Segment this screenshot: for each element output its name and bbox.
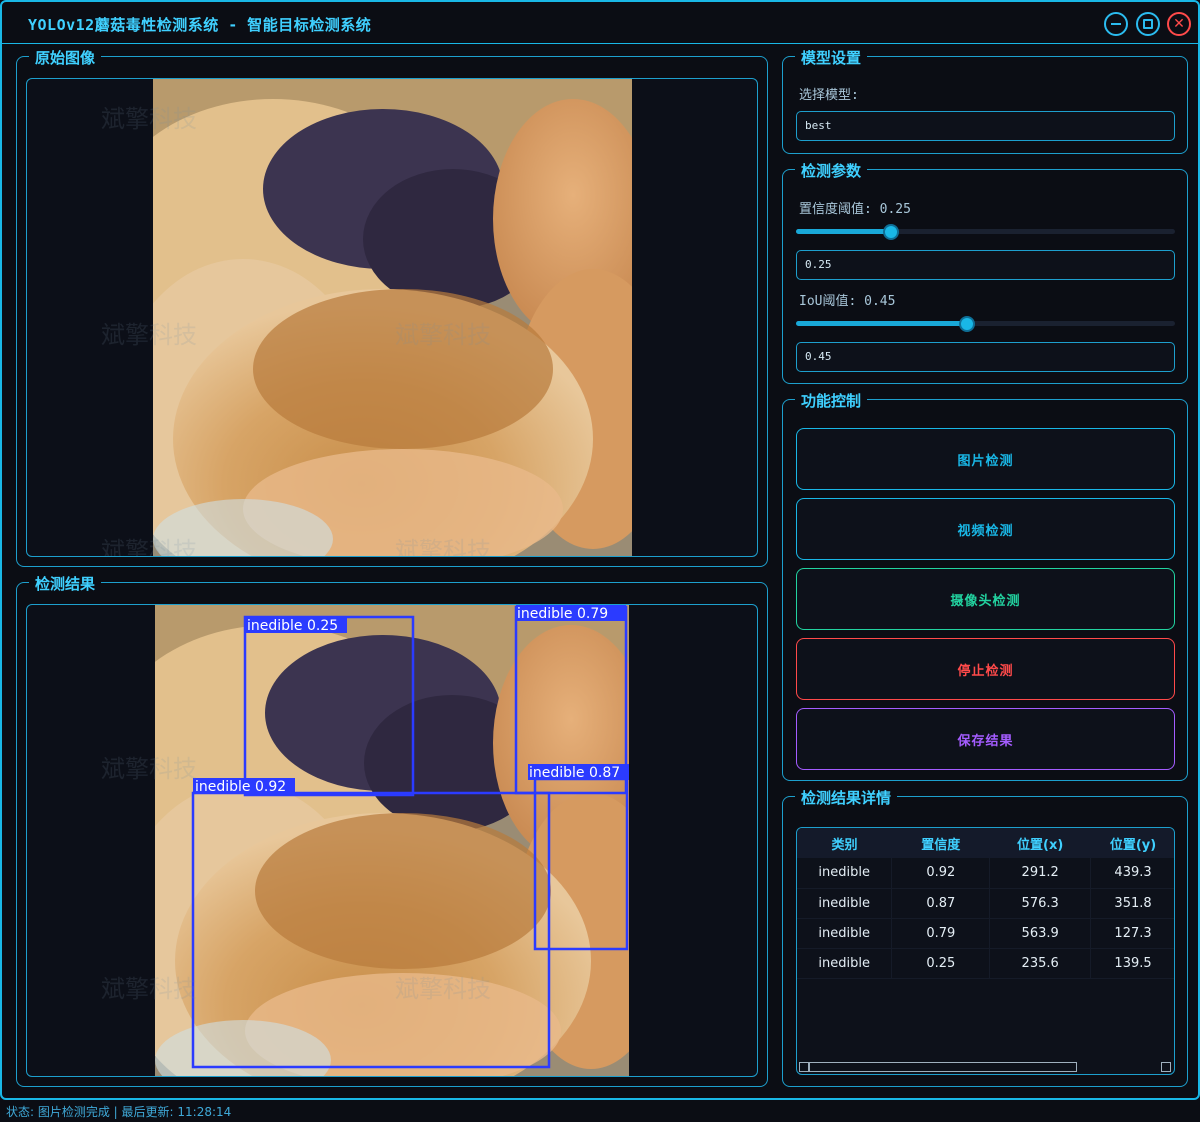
window-title: YOLOv12蘑菇毒性检测系统 - 智能目标检测系统: [28, 16, 372, 34]
original-image: [153, 79, 632, 556]
detection-label-4: inedible 0.92: [195, 779, 286, 795]
close-icon: ✕: [1173, 16, 1185, 32]
detection-result-title: 检测结果: [29, 573, 102, 594]
original-image-title: 原始图像: [29, 47, 102, 68]
table-row[interactable]: inedible 0.25 235.6 139.5: [797, 948, 1174, 979]
table-cell: 235.6: [989, 948, 1092, 979]
table-cell: inedible: [797, 888, 893, 919]
select-model-label: 选择模型:: [799, 88, 859, 103]
table-cell: 0.92: [891, 858, 991, 889]
column-header-y[interactable]: 位置(y): [1090, 828, 1174, 858]
column-header-class[interactable]: 类别: [797, 828, 892, 858]
table-cell: 0.25: [891, 948, 991, 979]
iou-slider[interactable]: [796, 316, 1175, 332]
stop-detect-button[interactable]: 停止检测: [796, 638, 1175, 700]
model-select[interactable]: best: [796, 111, 1175, 141]
save-results-button[interactable]: 保存结果: [796, 708, 1175, 770]
detection-label-3: inedible 0.87: [529, 765, 620, 781]
video-detect-button[interactable]: 视频检测: [796, 498, 1175, 560]
model-settings-title: 模型设置: [795, 47, 868, 68]
confidence-fill: [796, 229, 891, 234]
results-table[interactable]: 类别 置信度 位置(x) 位置(y) inedible 0.92 291.2 4…: [796, 827, 1175, 1075]
scroll-left-icon[interactable]: [799, 1062, 809, 1072]
table-header-row: 类别 置信度 位置(x) 位置(y): [797, 828, 1174, 858]
close-button[interactable]: ✕: [1167, 12, 1191, 36]
detection-params-title: 检测参数: [795, 160, 868, 181]
detection-details-title: 检测结果详情: [795, 787, 898, 808]
iou-handle[interactable]: [958, 316, 975, 332]
iou-input[interactable]: 0.45: [796, 342, 1175, 372]
function-controls-group: 功能控制 图片检测 视频检测 摄像头检测 停止检测 保存结果: [782, 390, 1188, 781]
confidence-label: 置信度阈值: 0.25: [799, 202, 911, 217]
detection-params-group: 检测参数 置信度阈值: 0.25 0.25 IoU阈值: 0.45 0.45: [782, 160, 1188, 384]
table-cell: inedible: [797, 948, 893, 979]
minimize-icon: [1111, 23, 1121, 25]
result-image-frame: inedible 0.25 inedible 0.79 inedible 0.8…: [26, 604, 758, 1077]
table-cell: 563.9: [989, 918, 1092, 949]
table-row[interactable]: inedible 0.87 576.3 351.8: [797, 888, 1174, 919]
detection-label-1: inedible 0.25: [247, 618, 338, 634]
confidence-handle[interactable]: [882, 224, 899, 240]
status-bar: 状态: 图片检测完成 | 最后更新: 11:28:14: [0, 1102, 1200, 1122]
camera-detect-button[interactable]: 摄像头检测: [796, 568, 1175, 630]
original-image-frame: 斌擎科技 斌擎科技 斌擎科技 斌擎科技 斌擎科技: [26, 78, 758, 557]
model-settings-group: 模型设置 选择模型: best: [782, 47, 1188, 154]
table-row[interactable]: inedible 0.79 563.9 127.3: [797, 918, 1174, 949]
scroll-right-icon[interactable]: [1161, 1062, 1171, 1072]
confidence-slider[interactable]: [796, 224, 1175, 240]
function-controls-title: 功能控制: [795, 390, 868, 411]
table-cell: 439.3: [1090, 858, 1174, 889]
detection-result-group: 检测结果 inedible 0.25 inedible 0.79 inedibl…: [16, 573, 768, 1087]
table-cell: 351.8: [1090, 888, 1174, 919]
minimize-button[interactable]: [1104, 12, 1128, 36]
table-cell: inedible: [797, 858, 893, 889]
table-cell: 0.79: [891, 918, 991, 949]
image-detect-button[interactable]: 图片检测: [796, 428, 1175, 490]
title-bar[interactable]: YOLOv12蘑菇毒性检测系统 - 智能目标检测系统 ✕: [2, 2, 1198, 44]
column-header-confidence[interactable]: 置信度: [891, 828, 990, 858]
iou-fill: [796, 321, 967, 326]
result-image: inedible 0.25 inedible 0.79 inedible 0.8…: [155, 605, 629, 1076]
table-cell: 0.87: [891, 888, 991, 919]
table-cell: 127.3: [1090, 918, 1174, 949]
scrollbar-thumb[interactable]: [809, 1062, 1077, 1072]
table-cell: inedible: [797, 918, 893, 949]
app-window: YOLOv12蘑菇毒性检测系统 - 智能目标检测系统 ✕ 原始图像 斌擎科技 斌…: [0, 0, 1200, 1100]
table-cell: 291.2: [989, 858, 1092, 889]
maximize-button[interactable]: [1136, 12, 1160, 36]
table-cell: 576.3: [989, 888, 1092, 919]
iou-label: IoU阈值: 0.45: [799, 294, 896, 309]
table-row[interactable]: inedible 0.92 291.2 439.3: [797, 858, 1174, 889]
detection-label-2: inedible 0.79: [517, 606, 608, 622]
table-cell: 139.5: [1090, 948, 1174, 979]
column-header-x[interactable]: 位置(x): [989, 828, 1091, 858]
maximize-icon: [1143, 19, 1153, 29]
original-image-group: 原始图像 斌擎科技 斌擎科技 斌擎科技: [16, 47, 768, 567]
confidence-input[interactable]: 0.25: [796, 250, 1175, 280]
detection-details-group: 检测结果详情 类别 置信度 位置(x) 位置(y) inedible 0.92 …: [782, 787, 1188, 1087]
horizontal-scrollbar[interactable]: [797, 1060, 1174, 1074]
